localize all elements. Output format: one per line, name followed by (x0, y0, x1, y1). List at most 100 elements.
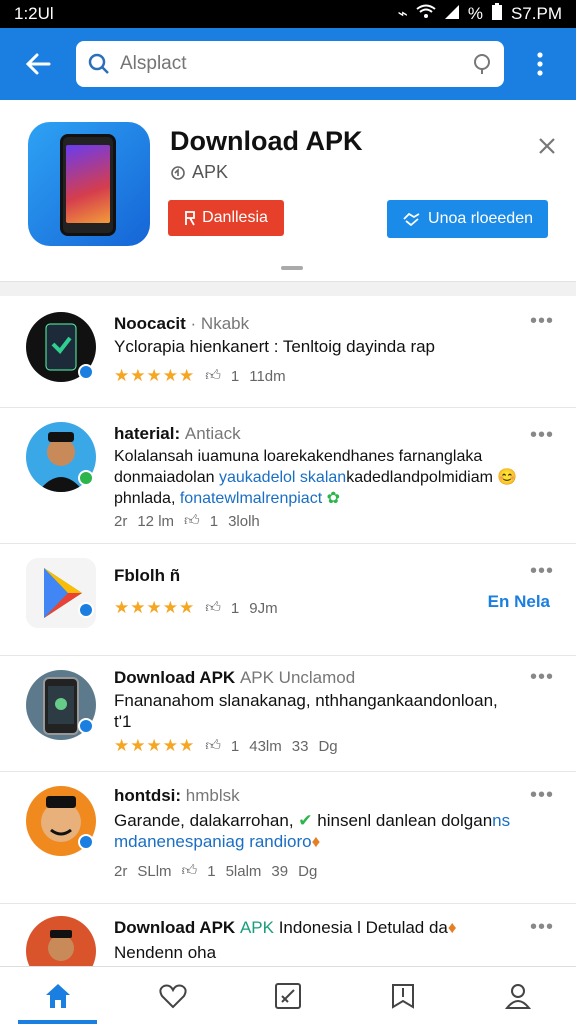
like-icon[interactable]: 👍︎ (184, 512, 200, 530)
list-item[interactable]: hontdsi: hmblsk Garande, dalakarrohan, ✔… (0, 772, 576, 904)
post-time: 3lolh (228, 512, 260, 530)
gear-badge-icon: ✿ (326, 490, 340, 507)
tab-edit[interactable] (230, 967, 345, 1024)
tab-favorites[interactable] (115, 967, 230, 1024)
rating-stars-icon: ★★★★★ (114, 736, 196, 755)
avatar[interactable] (26, 916, 96, 966)
phone-illustration (60, 134, 116, 236)
post-time: 11dm (249, 367, 286, 385)
post-time: 5lalm (225, 862, 262, 880)
bookmark-icon (392, 983, 415, 1009)
post-author: Download APK APK Unclamod (114, 668, 356, 687)
close-button[interactable] (538, 130, 556, 162)
status-bar: 1:2Ul ⌁ % S7.PM (0, 0, 576, 28)
like-icon[interactable]: 👍︎ (205, 367, 221, 385)
side-action-link[interactable]: En Nela (488, 592, 550, 612)
post-meta: 2r 12 lm 👍︎ 1 3lolh (114, 512, 260, 530)
top-app-bar (0, 28, 576, 100)
verified-badge-icon (78, 718, 94, 734)
list-item[interactable]: Noocacit · Nkabk Yclorapia hienkanert : … (0, 296, 576, 408)
post-meta: ★★★★★ 👍︎ 1 43lm 33 Dg (114, 736, 338, 755)
tab-saved[interactable] (346, 967, 461, 1024)
post-time: 43lm (249, 737, 282, 755)
like-count: 1 (209, 512, 219, 530)
secondary-action-label: Unoa rloeeden (428, 210, 533, 227)
like-count: 1 (230, 737, 240, 755)
like-icon[interactable]: 👍︎ (182, 862, 198, 880)
close-icon (539, 138, 555, 154)
more-options-icon[interactable]: ••• (530, 560, 554, 583)
like-count: 1 (230, 367, 240, 385)
more-options-icon[interactable]: ••• (530, 424, 554, 447)
post-author: Download APK APK Indonesia l Detulad da♦ (114, 918, 457, 937)
inline-link[interactable]: randioro (249, 832, 311, 851)
flag-icon (185, 211, 195, 226)
tab-profile[interactable] (461, 967, 576, 1024)
fire-icon: ♦ (311, 832, 321, 851)
more-options-icon[interactable]: ••• (530, 916, 554, 939)
app-icon[interactable] (28, 122, 150, 246)
more-vertical-icon (537, 52, 543, 76)
post-text: Yclorapia hienkanert : Tenltoig dayinda … (114, 337, 436, 356)
secondary-action-button[interactable]: Unoa rloeeden (387, 200, 548, 238)
list-item[interactable]: haterial: Antiack Kolalansah iuamuna loa… (0, 408, 576, 544)
inline-link[interactable]: fonatewlmalrenpiact (180, 490, 322, 507)
heart-icon (159, 984, 187, 1008)
edit-icon (275, 982, 301, 1009)
drag-handle[interactable] (281, 266, 303, 270)
rating-stars-icon: ★★★★★ (114, 366, 196, 385)
primary-action-label: Danllesia (202, 209, 268, 226)
list-item[interactable]: Download APK APK Unclamod Fnananahom sla… (0, 656, 576, 772)
profile-icon (505, 983, 532, 1009)
more-options-icon[interactable]: ••• (530, 310, 554, 333)
bottom-navigation (0, 966, 576, 1024)
online-badge-icon (78, 470, 94, 486)
wifi-icon (416, 4, 436, 25)
list-item[interactable]: Fblolh ñ ★★★★★ 👍︎ 1 9Jm En Nela ••• (0, 544, 576, 656)
search-input[interactable] (120, 53, 462, 75)
post-author: Fblolh ñ (114, 566, 181, 585)
section-divider (0, 282, 576, 296)
inline-link[interactable]: yaukadelol skalan (219, 469, 346, 486)
banner-subtitle-text: APK (192, 162, 229, 182)
verified-badge-icon (78, 834, 94, 850)
banner-title: Download APK (170, 126, 363, 156)
primary-action-button[interactable]: Danllesia (168, 200, 284, 236)
like-icon[interactable]: 👍︎ (205, 737, 221, 755)
post-text: Nendenn oha (114, 943, 217, 962)
home-icon (45, 983, 70, 1008)
signal-icon (444, 4, 460, 25)
arrow-left-icon (25, 53, 51, 75)
battery-icon (491, 2, 503, 26)
post-author: hontdsi: hmblsk (114, 786, 240, 805)
banner-subtitle: APK (170, 162, 228, 183)
battery-label: % (467, 4, 483, 23)
like-count: 1 (230, 599, 240, 617)
back-button[interactable] (0, 28, 76, 100)
inline-link[interactable]: ns (492, 811, 510, 830)
post-meta: ★★★★★ 👍︎ 1 11dm (114, 366, 286, 386)
post-text: Fnananahom slanakanag, nthhangankaandonl… (114, 691, 498, 731)
more-options-icon[interactable]: ••• (530, 666, 554, 689)
tab-home[interactable] (0, 967, 115, 1024)
like-icon[interactable]: 👍︎ (205, 599, 221, 617)
search-box[interactable] (76, 41, 504, 87)
post-text: Kolalansah iuamuna loarekakendhanes farn… (114, 448, 518, 507)
rating-stars-icon: ★★★★★ (114, 598, 196, 617)
pin-icon: ♦ (447, 918, 457, 937)
more-options-icon[interactable]: ••• (530, 784, 554, 807)
promo-banner: Download APK APK Danllesia Unoa rloeeden (0, 100, 576, 282)
search-icon (88, 53, 109, 74)
overflow-menu-button[interactable] (504, 28, 576, 100)
feed-list[interactable]: Noocacit · Nkabk Yclorapia hienkanert : … (0, 296, 576, 966)
post-meta: ★★★★★ 👍︎ 1 9Jm (114, 598, 278, 618)
like-count: 1 (207, 862, 216, 880)
post-time: 9Jm (249, 599, 278, 617)
check-badge-icon: ✔ (298, 811, 313, 830)
post-author: Noocacit · Nkabk (114, 314, 250, 333)
handshake-icon (403, 212, 420, 227)
list-item[interactable]: Download APK APK Indonesia l Detulad da♦… (0, 904, 576, 966)
mic-icon[interactable] (472, 53, 492, 75)
badge-icon (171, 165, 185, 180)
post-author: haterial: Antiack (114, 424, 241, 443)
